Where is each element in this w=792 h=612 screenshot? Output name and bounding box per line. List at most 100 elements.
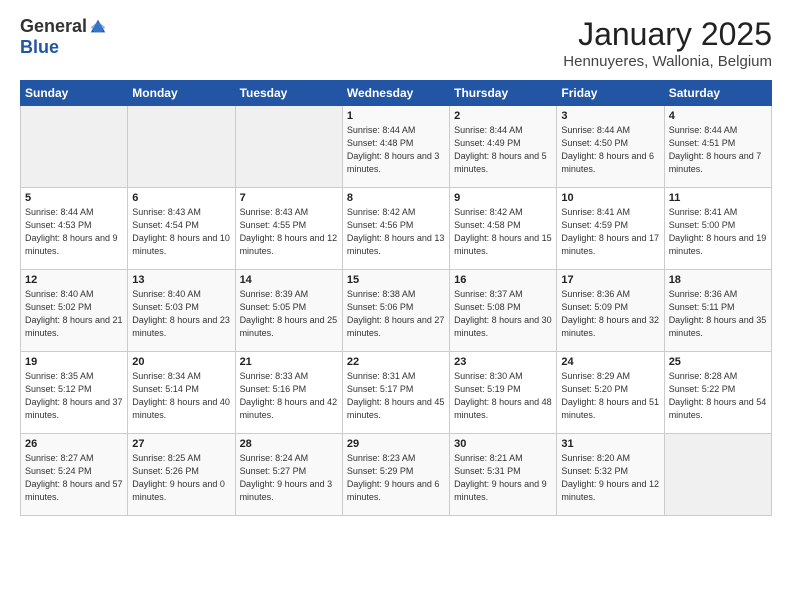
- subtitle: Hennuyeres, Wallonia, Belgium: [563, 53, 772, 70]
- header-row: Sunday Monday Tuesday Wednesday Thursday…: [21, 81, 772, 106]
- day-number: 10: [561, 192, 659, 204]
- table-row: 25 Sunrise: 8:28 AM Sunset: 5:22 PM Dayli…: [664, 352, 771, 434]
- table-row: 12Sunrise: 8:40 AM Sunset: 5:02 PM Dayli…: [21, 270, 128, 352]
- day-number: 15: [347, 274, 445, 286]
- table-row: 28Sunrise: 8:24 AM Sunset: 5:27 PM Dayli…: [235, 434, 342, 516]
- page: General Blue January 2025 Hennuyeres, Wa…: [0, 0, 792, 612]
- week-row-4: 26 Sunrise: 8:27 AM Sunset: 5:24 PM Dayli…: [21, 434, 772, 516]
- day-info: Sunrise: 8:21 AM Sunset: 5:31 PM Dayligh…: [454, 452, 552, 504]
- title-block: January 2025 Hennuyeres, Wallonia, Belgi…: [563, 16, 772, 70]
- day-number: 16: [454, 274, 552, 286]
- col-tuesday: Tuesday: [235, 81, 342, 106]
- day-info: Sunrise: 8:39 AM Sunset: 5:05 PM Dayligh…: [240, 288, 338, 340]
- day-info: Sunrise: 8:36 AM Sunset: 5:11 PM Dayligh…: [669, 288, 767, 340]
- day-number: 2: [454, 110, 552, 122]
- day-number: 6: [132, 192, 230, 204]
- day-number: 11: [669, 192, 767, 204]
- table-row: 9 Sunrise: 8:42 AM Sunset: 4:58 PM Daylig…: [450, 188, 557, 270]
- day-number: 1: [347, 110, 445, 122]
- table-row: 29 Sunrise: 8:23 AM Sunset: 5:29 PM Dayli…: [342, 434, 449, 516]
- table-row: 16Sunrise: 8:37 AM Sunset: 5:08 PM Dayli…: [450, 270, 557, 352]
- day-info: Sunrise: 8:42 AM Sunset: 4:56 PM Dayligh…: [347, 206, 445, 258]
- table-row: [21, 106, 128, 188]
- table-row: 3Sunrise: 8:44 AM Sunset: 4:50 PM Daylig…: [557, 106, 664, 188]
- col-saturday: Saturday: [664, 81, 771, 106]
- day-info: Sunrise: 8:43 AM Sunset: 4:54 PM Dayligh…: [132, 206, 230, 258]
- table-row: 30 Sunrise: 8:21 AM Sunset: 5:31 PM Dayli…: [450, 434, 557, 516]
- week-row-3: 19 Sunrise: 8:35 AM Sunset: 5:12 PM Dayli…: [21, 352, 772, 434]
- day-info: Sunrise: 8:20 AM Sunset: 5:32 PM Dayligh…: [561, 452, 659, 504]
- day-number: 4: [669, 110, 767, 122]
- table-row: 31 Sunrise: 8:20 AM Sunset: 5:32 PM Dayli…: [557, 434, 664, 516]
- table-row: 20Sunrise: 8:34 AM Sunset: 5:14 PM Dayli…: [128, 352, 235, 434]
- table-row: [664, 434, 771, 516]
- day-number: 9: [454, 192, 552, 204]
- day-info: Sunrise: 8:38 AM Sunset: 5:06 PM Dayligh…: [347, 288, 445, 340]
- day-number: 27: [132, 438, 230, 450]
- header: General Blue January 2025 Hennuyeres, Wa…: [20, 16, 772, 70]
- day-info: Sunrise: 8:41 AM Sunset: 4:59 PM Dayligh…: [561, 206, 659, 258]
- col-wednesday: Wednesday: [342, 81, 449, 106]
- day-number: 18: [669, 274, 767, 286]
- day-number: 25: [669, 356, 767, 368]
- col-thursday: Thursday: [450, 81, 557, 106]
- day-number: 12: [25, 274, 123, 286]
- table-row: 11 Sunrise: 8:41 AM Sunset: 5:00 PM Dayli…: [664, 188, 771, 270]
- logo-text: General: [20, 16, 107, 37]
- day-info: Sunrise: 8:24 AM Sunset: 5:27 PM Dayligh…: [240, 452, 338, 504]
- day-info: Sunrise: 8:31 AM Sunset: 5:17 PM Dayligh…: [347, 370, 445, 422]
- logo-icon: [89, 18, 107, 36]
- day-info: Sunrise: 8:44 AM Sunset: 4:50 PM Dayligh…: [561, 124, 659, 176]
- day-info: Sunrise: 8:23 AM Sunset: 5:29 PM Dayligh…: [347, 452, 445, 504]
- day-info: Sunrise: 8:42 AM Sunset: 4:58 PM Dayligh…: [454, 206, 552, 258]
- table-row: 24Sunrise: 8:29 AM Sunset: 5:20 PM Dayli…: [557, 352, 664, 434]
- table-row: 1Sunrise: 8:44 AM Sunset: 4:48 PM Daylig…: [342, 106, 449, 188]
- table-row: 22 Sunrise: 8:31 AM Sunset: 5:17 PM Dayli…: [342, 352, 449, 434]
- day-info: Sunrise: 8:44 AM Sunset: 4:53 PM Dayligh…: [25, 206, 123, 258]
- logo-blue: Blue: [20, 37, 59, 58]
- day-info: Sunrise: 8:30 AM Sunset: 5:19 PM Dayligh…: [454, 370, 552, 422]
- day-info: Sunrise: 8:44 AM Sunset: 4:49 PM Dayligh…: [454, 124, 552, 176]
- table-row: 13Sunrise: 8:40 AM Sunset: 5:03 PM Dayli…: [128, 270, 235, 352]
- day-number: 21: [240, 356, 338, 368]
- table-row: 17 Sunrise: 8:36 AM Sunset: 5:09 PM Dayli…: [557, 270, 664, 352]
- logo-general: General: [20, 16, 87, 37]
- table-row: 2 Sunrise: 8:44 AM Sunset: 4:49 PM Daylig…: [450, 106, 557, 188]
- day-info: Sunrise: 8:27 AM Sunset: 5:24 PM Dayligh…: [25, 452, 123, 504]
- day-number: 22: [347, 356, 445, 368]
- table-row: [128, 106, 235, 188]
- table-row: [235, 106, 342, 188]
- table-row: 19 Sunrise: 8:35 AM Sunset: 5:12 PM Dayli…: [21, 352, 128, 434]
- day-number: 26: [25, 438, 123, 450]
- table-row: 5 Sunrise: 8:44 AM Sunset: 4:53 PM Daylig…: [21, 188, 128, 270]
- day-info: Sunrise: 8:35 AM Sunset: 5:12 PM Dayligh…: [25, 370, 123, 422]
- day-number: 31: [561, 438, 659, 450]
- day-number: 19: [25, 356, 123, 368]
- day-info: Sunrise: 8:43 AM Sunset: 4:55 PM Dayligh…: [240, 206, 338, 258]
- table-row: 15 Sunrise: 8:38 AM Sunset: 5:06 PM Dayli…: [342, 270, 449, 352]
- day-number: 14: [240, 274, 338, 286]
- calendar-table: Sunday Monday Tuesday Wednesday Thursday…: [20, 80, 772, 516]
- table-row: 7 Sunrise: 8:43 AM Sunset: 4:55 PM Daylig…: [235, 188, 342, 270]
- day-number: 8: [347, 192, 445, 204]
- table-row: 10 Sunrise: 8:41 AM Sunset: 4:59 PM Dayli…: [557, 188, 664, 270]
- day-info: Sunrise: 8:28 AM Sunset: 5:22 PM Dayligh…: [669, 370, 767, 422]
- table-row: 27 Sunrise: 8:25 AM Sunset: 5:26 PM Dayli…: [128, 434, 235, 516]
- week-row-1: 5 Sunrise: 8:44 AM Sunset: 4:53 PM Daylig…: [21, 188, 772, 270]
- day-number: 5: [25, 192, 123, 204]
- day-number: 17: [561, 274, 659, 286]
- logo: General Blue: [20, 16, 107, 58]
- day-info: Sunrise: 8:36 AM Sunset: 5:09 PM Dayligh…: [561, 288, 659, 340]
- day-info: Sunrise: 8:25 AM Sunset: 5:26 PM Dayligh…: [132, 452, 230, 504]
- day-number: 30: [454, 438, 552, 450]
- day-number: 20: [132, 356, 230, 368]
- table-row: 6 Sunrise: 8:43 AM Sunset: 4:54 PM Daylig…: [128, 188, 235, 270]
- table-row: 26 Sunrise: 8:27 AM Sunset: 5:24 PM Dayli…: [21, 434, 128, 516]
- week-row-0: 1Sunrise: 8:44 AM Sunset: 4:48 PM Daylig…: [21, 106, 772, 188]
- table-row: 4Sunrise: 8:44 AM Sunset: 4:51 PM Daylig…: [664, 106, 771, 188]
- day-info: Sunrise: 8:41 AM Sunset: 5:00 PM Dayligh…: [669, 206, 767, 258]
- table-row: 18 Sunrise: 8:36 AM Sunset: 5:11 PM Dayli…: [664, 270, 771, 352]
- col-sunday: Sunday: [21, 81, 128, 106]
- day-number: 7: [240, 192, 338, 204]
- day-number: 29: [347, 438, 445, 450]
